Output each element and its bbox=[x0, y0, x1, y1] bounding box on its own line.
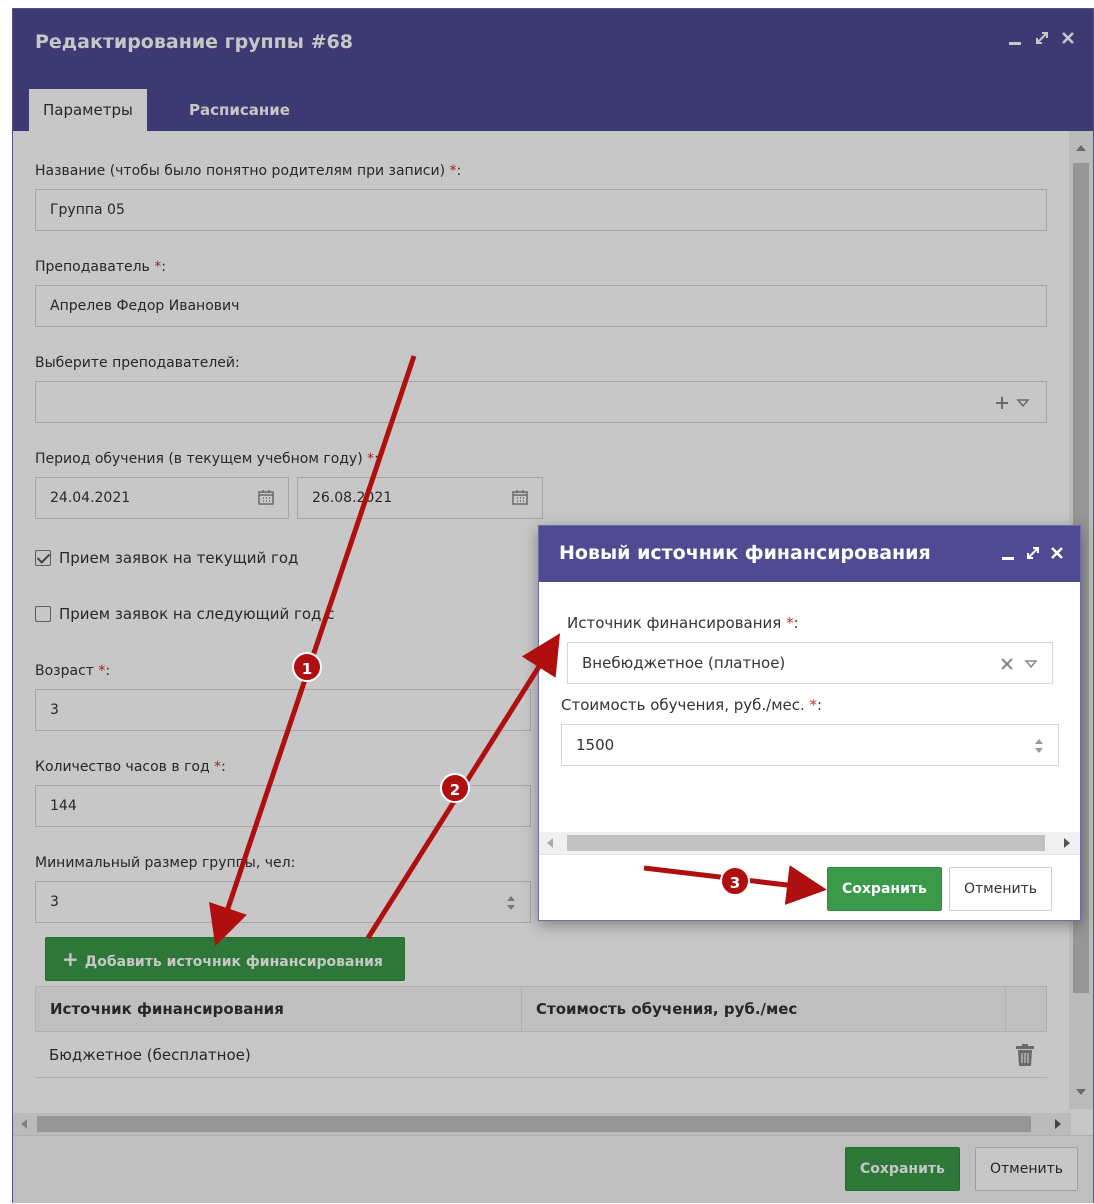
annotation-marker-3: 3 bbox=[720, 866, 750, 896]
annotation-marker-2: 2 bbox=[440, 773, 470, 803]
annotation-marker-1: 1 bbox=[292, 652, 322, 682]
arrow-1 bbox=[209, 355, 417, 947]
annotation-arrows bbox=[209, 355, 827, 947]
